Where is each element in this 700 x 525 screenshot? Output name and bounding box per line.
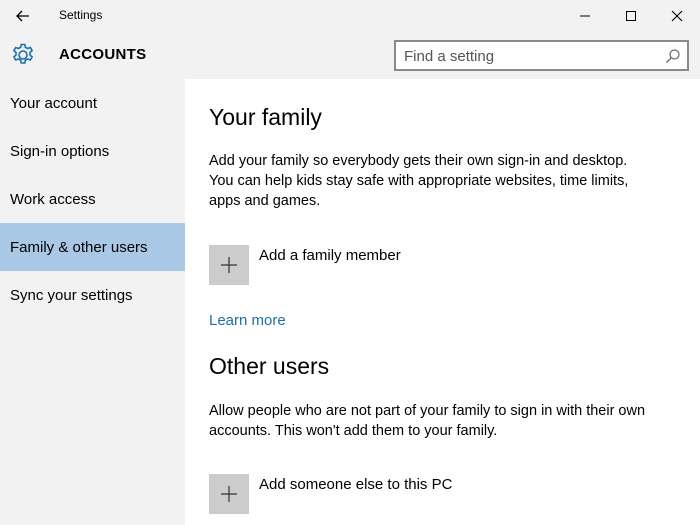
plus-icon <box>221 486 237 502</box>
sidebar-item-work-access[interactable]: Work access <box>0 175 185 223</box>
title-bar: Settings <box>0 0 700 32</box>
search-box[interactable] <box>394 40 689 71</box>
back-arrow-icon <box>16 10 29 22</box>
close-button[interactable] <box>654 0 700 32</box>
minimize-icon <box>580 15 590 17</box>
sidebar-item-sync-settings[interactable]: Sync your settings <box>0 271 185 319</box>
maximize-button[interactable] <box>608 0 654 32</box>
window-title: Settings <box>59 8 103 22</box>
close-icon <box>671 10 683 22</box>
add-someone-else-button[interactable]: Add someone else to this PC <box>209 474 452 514</box>
add-family-member-button[interactable]: Add a family member <box>209 245 401 285</box>
add-family-member-plus <box>209 245 249 285</box>
search-input[interactable] <box>404 46 654 66</box>
plus-icon <box>221 257 237 273</box>
search-icon[interactable] <box>665 48 681 64</box>
sidebar: Your account Sign-in options Work access… <box>0 79 185 525</box>
your-family-description: Add your family so everybody gets their … <box>209 153 629 209</box>
sidebar-item-label: Family & other users <box>10 238 148 256</box>
sidebar-item-label: Work access <box>10 190 96 208</box>
other-users-description: Allow people who are not part of your fa… <box>209 403 646 439</box>
maximize-icon <box>626 11 636 21</box>
back-button[interactable] <box>8 2 38 30</box>
gear-icon <box>12 43 34 64</box>
sidebar-item-label: Sync your settings <box>10 286 133 304</box>
sidebar-item-label: Your account <box>10 94 98 112</box>
add-family-member-label: Add a family member <box>259 247 401 264</box>
add-someone-else-label: Add someone else to this PC <box>259 476 453 493</box>
sidebar-item-label: Sign-in options <box>10 142 110 160</box>
your-family-heading: Your family <box>209 104 322 130</box>
minimize-button[interactable] <box>562 0 608 32</box>
other-users-heading: Other users <box>209 353 330 379</box>
sidebar-item-family-other-users[interactable]: Family & other users <box>0 223 185 271</box>
section-title: ACCOUNTS <box>59 46 147 63</box>
sidebar-item-your-account[interactable]: Your account <box>0 79 185 127</box>
sidebar-item-sign-in-options[interactable]: Sign-in options <box>0 127 185 175</box>
main-content: Your family Add your family so everybody… <box>185 79 700 525</box>
add-someone-else-plus <box>209 474 249 514</box>
settings-header: ACCOUNTS <box>0 32 700 79</box>
learn-more-link[interactable]: Learn more <box>209 312 286 329</box>
